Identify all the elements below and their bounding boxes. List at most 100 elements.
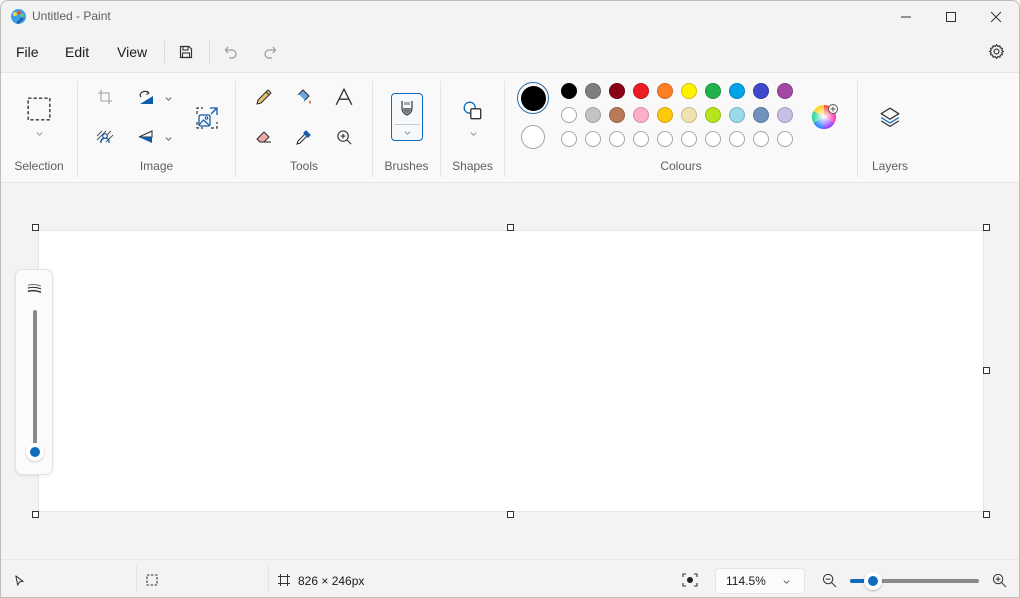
color-picker-button[interactable] [290,123,318,151]
resize-handle-top-left[interactable] [32,224,39,231]
colour-swatch[interactable] [705,83,721,99]
maximize-button[interactable] [928,1,974,33]
rotate-dropdown-button[interactable] [163,93,173,103]
canvas-workspace [1,184,1019,558]
pencil-button[interactable] [250,83,278,111]
resize-handle-bottom-right[interactable] [983,511,990,518]
settings-icon [988,43,1004,59]
flip-dropdown-button[interactable] [163,133,173,143]
menu-edit[interactable]: Edit [65,44,89,60]
shapes-dropdown-button[interactable] [468,128,478,138]
redo-icon [264,46,277,59]
colour-swatch[interactable] [753,107,769,123]
custom-colour-slot[interactable] [585,131,601,147]
custom-colour-slot[interactable] [561,131,577,147]
menu-divider [164,41,165,63]
colour-swatch[interactable] [585,83,601,99]
cursor-position-icon [15,575,24,586]
undo-icon [224,46,237,59]
colour-swatch[interactable] [681,107,697,123]
crop-icon [98,90,112,104]
magnifier-button[interactable] [330,123,358,151]
edit-colours-button[interactable] [811,104,839,132]
custom-colour-slot[interactable] [657,131,673,147]
zoom-out-icon [822,573,836,587]
text-button[interactable] [330,83,358,111]
colour-swatch[interactable] [609,83,625,99]
colour-swatch[interactable] [681,83,697,99]
resize-handle-top[interactable] [507,224,514,231]
colour-swatch[interactable] [705,107,721,123]
selection-tool-button[interactable] [24,94,54,124]
minimize-button[interactable] [883,1,929,33]
colour-swatch[interactable] [777,107,793,123]
paint-window: Untitled - Paint File Edit View Selectio… [0,0,1020,598]
brush-size-slider-thumb[interactable] [26,443,44,461]
layers-button[interactable] [876,103,904,131]
zoom-slider-track[interactable] [850,572,979,590]
eraser-button[interactable] [250,123,278,151]
custom-colour-slot[interactable] [633,131,649,147]
zoom-in-button[interactable] [990,571,1008,589]
selection-dropdown-button[interactable] [34,128,44,138]
fill-button[interactable] [290,83,318,111]
close-button[interactable] [973,1,1019,33]
colour-swatch[interactable] [561,107,577,123]
custom-colour-slot[interactable] [729,131,745,147]
colour-swatch[interactable] [729,107,745,123]
ribbon-toolbar: Selection Image Tools Brushes Shapes Col… [1,72,1019,183]
brush-size-panel [15,269,53,475]
brush-size-slider-track[interactable] [33,310,37,450]
fit-to-window-icon [682,573,698,587]
drawing-canvas[interactable] [38,230,984,512]
menu-divider [209,41,210,63]
chevron-down-icon [164,136,172,141]
custom-colour-slot[interactable] [777,131,793,147]
menu-view[interactable]: View [117,44,147,60]
shapes-button[interactable] [459,97,487,125]
resize-handle-bottom[interactable] [507,511,514,518]
resize-handle-bottom-left[interactable] [32,511,39,518]
colour-swatch[interactable] [777,83,793,99]
save-button[interactable] [175,41,197,63]
zoom-slider-thumb[interactable] [864,572,883,590]
remove-background-button[interactable] [91,123,119,151]
colour-swatch[interactable] [609,107,625,123]
magnifier-icon [336,129,352,145]
selection-group-label: Selection [14,159,64,173]
custom-colour-slot[interactable] [681,131,697,147]
resize-handle-top-right[interactable] [983,224,990,231]
resize-handle-right[interactable] [983,367,990,374]
fit-to-window-button[interactable] [680,571,700,589]
flip-button[interactable] [132,123,160,151]
brushes-divider [394,124,420,125]
resize-button[interactable] [192,103,222,133]
fill-bucket-icon [297,89,311,104]
redo-button[interactable] [259,41,281,63]
colour-swatch[interactable] [657,107,673,123]
custom-colour-slot[interactable] [609,131,625,147]
colour-swatch[interactable] [657,83,673,99]
settings-button[interactable] [985,40,1007,62]
colour-swatch[interactable] [633,107,649,123]
colour-swatch[interactable] [633,83,649,99]
colour-swatch[interactable] [585,107,601,123]
primary-colour-button[interactable] [517,82,549,114]
rotate-icon [139,90,153,104]
menu-file[interactable]: File [16,44,39,60]
undo-button[interactable] [220,41,242,63]
zoom-out-button[interactable] [820,571,838,589]
zoom-level-dropdown[interactable]: 114.5% [715,568,805,594]
custom-colour-slot[interactable] [753,131,769,147]
brushes-button[interactable] [391,93,423,141]
rotate-button[interactable] [132,83,160,111]
crop-button[interactable] [91,83,119,111]
secondary-colour-button[interactable] [521,125,545,149]
canvas-size-readout: 826 × 246px [298,574,365,588]
colour-swatch[interactable] [753,83,769,99]
image-group-label: Image [139,159,174,173]
resize-image-icon [196,107,218,129]
custom-colour-slot[interactable] [705,131,721,147]
colour-swatch[interactable] [729,83,745,99]
colour-swatch[interactable] [561,83,577,99]
